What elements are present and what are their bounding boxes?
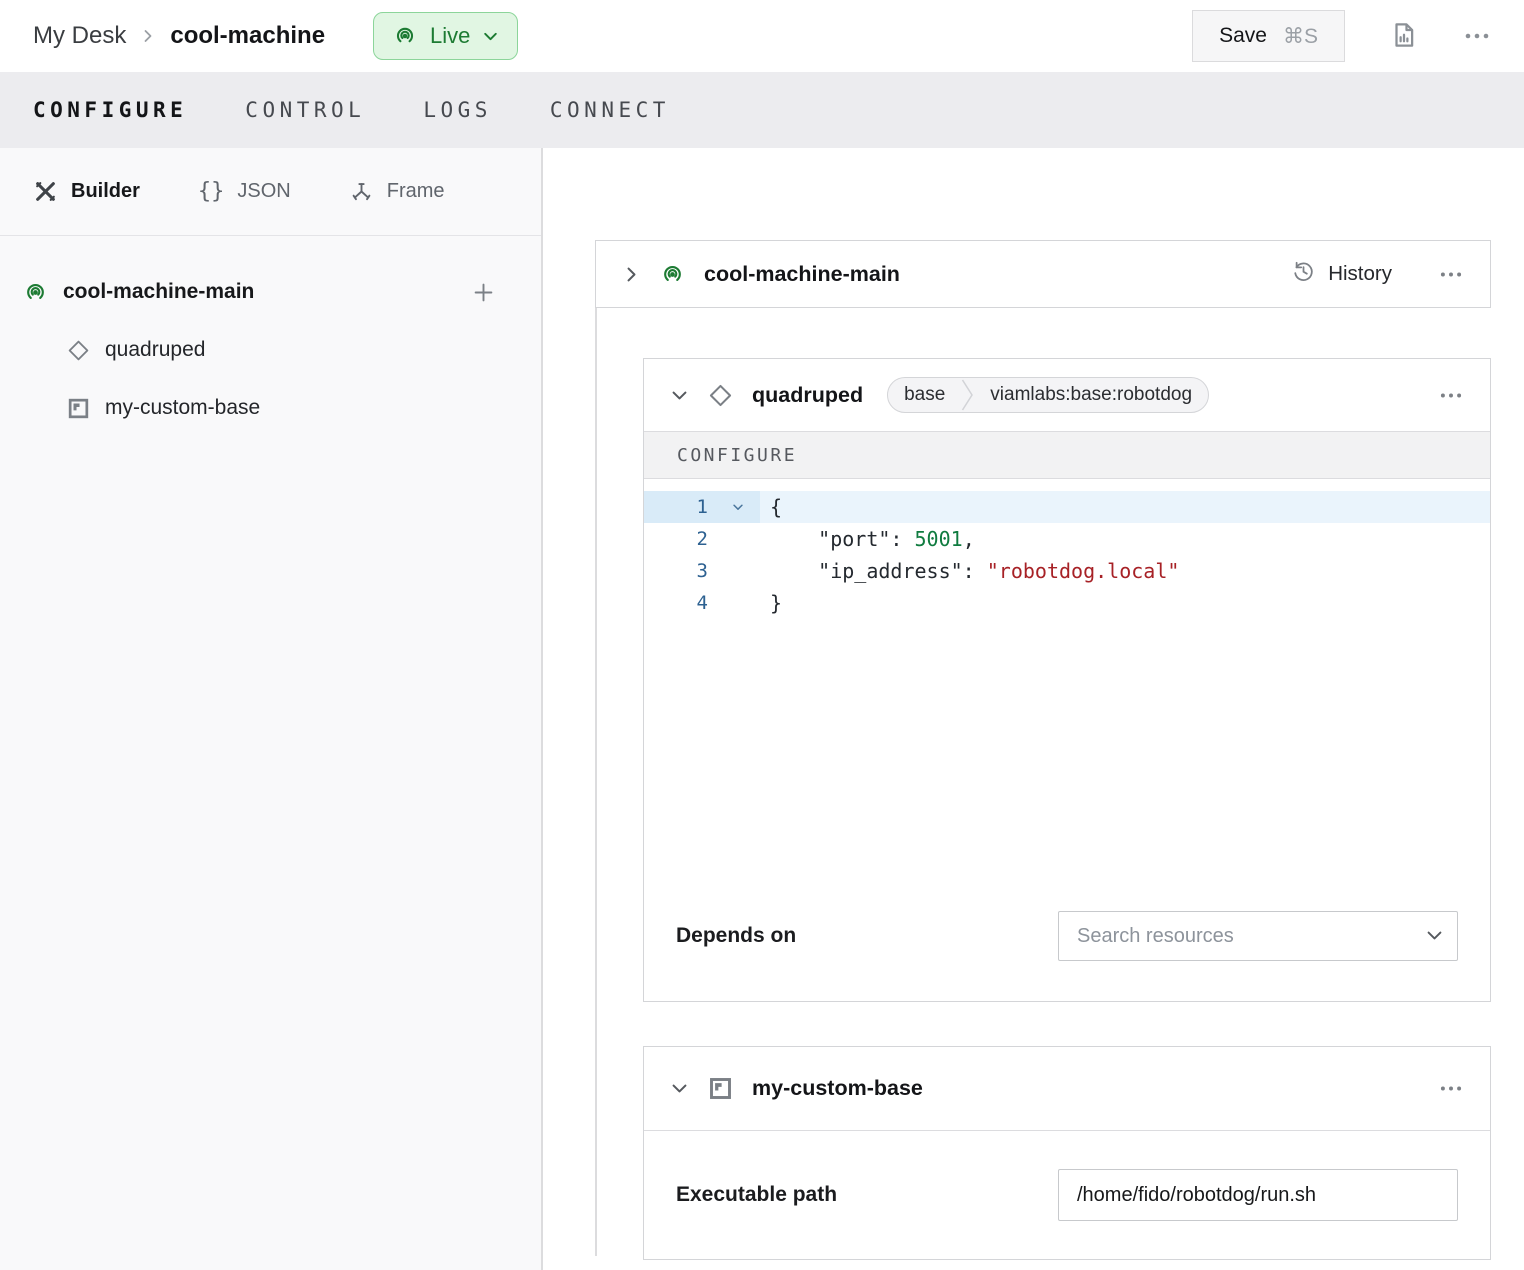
quadruped-resource-card: quadruped base viamlabs:base:robotdog CO…: [643, 358, 1491, 1002]
module-card-menu-button[interactable]: [1438, 1084, 1464, 1093]
tree-item-my-custom-base-label: my-custom-base: [105, 396, 260, 420]
frame-axes-icon: [349, 179, 374, 204]
resource-model-badge: viamlabs:base:robotdog: [974, 384, 1208, 406]
mode-tab-json[interactable]: {} JSON: [198, 179, 291, 204]
depends-on-select[interactable]: [1058, 911, 1458, 961]
executable-path-label: Executable path: [676, 1183, 837, 1207]
tree-item-machine-part[interactable]: cool-machine-main: [22, 274, 497, 310]
machine-status-dropdown[interactable]: Live: [373, 12, 518, 60]
line-number: 4: [644, 587, 716, 619]
depends-on-row: Depends on: [644, 901, 1490, 1001]
tab-control[interactable]: CONTROL: [245, 98, 365, 122]
tree-item-quadruped-label: quadruped: [105, 338, 205, 362]
mode-tab-json-label: JSON: [237, 180, 290, 203]
page-tab-bar: CONFIGURE CONTROL LOGS CONNECT: [0, 72, 1524, 148]
tab-configure[interactable]: CONFIGURE: [33, 98, 187, 122]
badge-divider-icon: [961, 378, 974, 412]
line-number: 3: [644, 555, 716, 587]
module-icon: [66, 396, 91, 421]
line-number: 2: [644, 523, 716, 555]
depends-on-label: Depends on: [676, 924, 796, 948]
braces-icon: {}: [198, 179, 225, 204]
code-line: 4 }: [644, 587, 1490, 619]
code-fold-chevron-icon[interactable]: [716, 491, 760, 523]
code-line: 1 {: [644, 491, 1490, 523]
add-resource-button[interactable]: [470, 279, 497, 306]
resource-type-model-badge: base viamlabs:base:robotdog: [887, 377, 1209, 413]
breadcrumb-my-desk[interactable]: My Desk: [33, 22, 126, 50]
mode-tab-builder[interactable]: Builder: [33, 179, 140, 204]
config-main-panel: cool-machine-main History: [543, 148, 1524, 1270]
breadcrumb-chevron-icon: [140, 28, 156, 44]
tree-item-quadruped[interactable]: quadruped: [66, 332, 497, 368]
save-button-label: Save: [1219, 24, 1267, 48]
resource-connector-line: [595, 308, 597, 1256]
topbar: My Desk cool-machine Live Save ⌘S: [0, 0, 1524, 72]
tab-connect[interactable]: CONNECT: [550, 98, 670, 122]
component-diamond-icon: [707, 382, 734, 409]
module-icon: [707, 1075, 734, 1102]
quadruped-card-header: quadruped base viamlabs:base:robotdog: [644, 359, 1490, 431]
machine-metrics-button[interactable]: [1389, 20, 1419, 53]
machine-card-menu-button[interactable]: [1438, 270, 1464, 279]
history-button-label: History: [1328, 262, 1392, 286]
machine-part-card-title: cool-machine-main: [704, 262, 900, 287]
configure-sidebar: Builder {} JSON Frame: [0, 148, 543, 1270]
ellipsis-icon: [1463, 29, 1491, 44]
my-custom-base-card: my-custom-base Executable path: [643, 1046, 1491, 1260]
machine-part-card: cool-machine-main History: [595, 240, 1491, 308]
panel-tab-configure[interactable]: CONFIGURE: [677, 445, 797, 466]
save-shortcut-hint: ⌘S: [1283, 24, 1318, 49]
mode-tab-builder-label: Builder: [71, 180, 140, 203]
tree-item-my-custom-base[interactable]: my-custom-base: [66, 390, 497, 426]
sidebar-mode-tabs: Builder {} JSON Frame: [0, 148, 541, 236]
save-button[interactable]: Save ⌘S: [1192, 10, 1345, 62]
status-badge-label: Live: [430, 23, 470, 49]
module-card-body: Executable path: [644, 1131, 1490, 1259]
mode-tab-frame-label: Frame: [387, 180, 445, 203]
component-diamond-icon: [66, 338, 91, 363]
quadruped-card-title: quadruped: [752, 383, 863, 408]
line-number: 1: [644, 491, 716, 523]
tab-logs[interactable]: LOGS: [423, 98, 492, 122]
quadruped-collapse-chevron[interactable]: [670, 386, 689, 405]
module-collapse-chevron[interactable]: [670, 1079, 689, 1098]
topbar-overflow-menu-button[interactable]: [1463, 29, 1491, 44]
quadruped-panel-tabbar: CONFIGURE: [644, 431, 1490, 479]
machine-part-online-icon: [22, 279, 49, 306]
tree-item-machine-part-label: cool-machine-main: [63, 280, 254, 304]
json-config-editor[interactable]: 1 { 2 "port": 5001, 3: [644, 479, 1490, 901]
breadcrumb: My Desk cool-machine: [33, 22, 325, 50]
resource-tree: cool-machine-main quadruped: [0, 236, 541, 426]
document-chart-icon: [1389, 20, 1419, 53]
code-line: 3 "ip_address": "robotdog.local": [644, 555, 1490, 587]
history-clock-icon: [1291, 259, 1316, 290]
module-card-header: my-custom-base: [644, 1047, 1490, 1131]
module-card-title: my-custom-base: [752, 1076, 923, 1101]
tools-icon: [33, 179, 58, 204]
resource-type-badge: base: [888, 384, 961, 406]
live-signal-icon: [392, 23, 418, 49]
code-line: 2 "port": 5001,: [644, 523, 1490, 555]
machine-config-page: My Desk cool-machine Live Save ⌘S: [0, 0, 1524, 1270]
executable-path-input[interactable]: [1058, 1169, 1458, 1221]
machine-card-expand-chevron[interactable]: [622, 265, 641, 284]
history-button[interactable]: History: [1291, 259, 1392, 290]
mode-tab-frame[interactable]: Frame: [349, 179, 445, 204]
machine-part-online-icon: [659, 261, 686, 288]
breadcrumb-machine-name: cool-machine: [170, 22, 325, 50]
quadruped-card-menu-button[interactable]: [1438, 391, 1464, 400]
status-chevron-down-icon: [482, 28, 499, 45]
